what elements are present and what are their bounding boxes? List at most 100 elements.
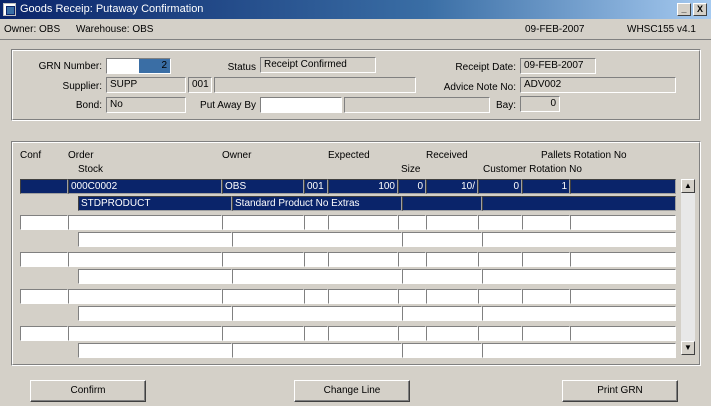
empty-row-cell[interactable] xyxy=(570,252,676,267)
empty-row-cell[interactable] xyxy=(304,215,328,230)
empty-row-cell[interactable] xyxy=(398,252,426,267)
empty-row-cell[interactable] xyxy=(20,252,68,267)
empty-row-cell[interactable] xyxy=(426,252,478,267)
row-description-cell[interactable]: Standard Product No Extras xyxy=(232,196,402,211)
confirm-button[interactable]: Confirm xyxy=(30,380,146,402)
empty-row-cell[interactable] xyxy=(402,306,482,321)
advice-note-field: ADV002 xyxy=(520,77,676,93)
grn-number-field[interactable]: 2 xyxy=(106,58,171,74)
empty-row-cell[interactable] xyxy=(78,343,232,358)
row-order-cell[interactable]: 000C0002 xyxy=(68,179,222,194)
empty-row-cell[interactable] xyxy=(426,326,478,341)
window-title: Goods Receip: Putaway Confirmation xyxy=(20,3,204,15)
bond-field: No xyxy=(106,97,186,113)
row-stock-cell[interactable]: STDPRODUCT xyxy=(78,196,232,211)
empty-row-cell[interactable] xyxy=(482,269,676,284)
app-icon xyxy=(3,3,16,16)
advice-note-label: Advice Note No: xyxy=(443,82,516,93)
empty-row-cell[interactable] xyxy=(78,306,232,321)
empty-row-cell[interactable] xyxy=(232,269,402,284)
empty-row-cell[interactable] xyxy=(482,232,676,247)
empty-row-cell[interactable] xyxy=(570,289,676,304)
row-conf-cell[interactable] xyxy=(20,179,68,194)
row-rotation-cell[interactable] xyxy=(570,179,676,194)
empty-row-cell[interactable] xyxy=(482,306,676,321)
empty-row-cell[interactable] xyxy=(328,326,398,341)
status-label: Status xyxy=(227,62,256,73)
empty-row-cell[interactable] xyxy=(328,289,398,304)
empty-row-cell[interactable] xyxy=(68,289,222,304)
change-line-button[interactable]: Change Line xyxy=(294,380,410,402)
empty-row-cell[interactable] xyxy=(478,252,522,267)
empty-row-cell[interactable] xyxy=(328,215,398,230)
empty-row-cell[interactable] xyxy=(68,326,222,341)
empty-row-cell[interactable] xyxy=(328,252,398,267)
empty-row-cell[interactable] xyxy=(304,326,328,341)
empty-row-cell[interactable] xyxy=(232,306,402,321)
grn-number-value: 2 xyxy=(161,60,167,71)
empty-row-cell[interactable] xyxy=(522,289,570,304)
col-header-customer-rotation: Customer Rotation No xyxy=(483,164,582,175)
empty-row-cell[interactable] xyxy=(402,269,482,284)
scroll-down-arrow-icon[interactable]: ▼ xyxy=(681,341,695,355)
empty-row-cell[interactable] xyxy=(478,215,522,230)
row-expected-cell[interactable]: 100 xyxy=(328,179,398,194)
empty-row-cell[interactable] xyxy=(222,252,304,267)
col-header-conf: Conf xyxy=(20,150,42,161)
info-bar: Owner: OBS Warehouse: OBS 09-FEB-2007 WH… xyxy=(0,19,711,40)
status-field: Receipt Confirmed xyxy=(260,57,376,73)
col-header-stock: Stock xyxy=(78,164,104,175)
row-line-cell[interactable]: 001 xyxy=(304,179,328,194)
close-button[interactable]: X xyxy=(693,3,707,16)
putaway-by-name-field xyxy=(344,97,490,113)
empty-row-cell[interactable] xyxy=(232,343,402,358)
empty-row-cell[interactable] xyxy=(478,326,522,341)
empty-row-cell[interactable] xyxy=(78,232,232,247)
putaway-by-label: Put Away By xyxy=(200,100,256,111)
empty-row-cell[interactable] xyxy=(426,215,478,230)
empty-row-cell[interactable] xyxy=(20,215,68,230)
empty-row-cell[interactable] xyxy=(68,215,222,230)
empty-row-cell[interactable] xyxy=(570,326,676,341)
putaway-by-field[interactable] xyxy=(260,97,342,113)
empty-row-cell[interactable] xyxy=(522,326,570,341)
empty-row-cell[interactable] xyxy=(398,215,426,230)
col-header-expected: Expected xyxy=(328,150,370,161)
row-owner-cell[interactable]: OBS xyxy=(222,179,304,194)
empty-row-cell[interactable] xyxy=(222,326,304,341)
empty-row-cell[interactable] xyxy=(68,252,222,267)
minimize-button[interactable]: _ xyxy=(677,3,691,16)
row-received-suffix-cell[interactable]: 0 xyxy=(478,179,522,194)
empty-row-cell[interactable] xyxy=(402,232,482,247)
print-grn-button[interactable]: Print GRN xyxy=(562,380,678,402)
title-bar: Goods Receip: Putaway Confirmation _ X xyxy=(0,0,711,19)
empty-row-cell[interactable] xyxy=(232,232,402,247)
row-received-cell[interactable]: 10/ xyxy=(426,179,478,194)
empty-row-cell[interactable] xyxy=(304,289,328,304)
program-version: WHSC155 v4.1 xyxy=(627,24,696,35)
receipt-date-field: 09-FEB-2007 xyxy=(520,58,596,74)
empty-row-cell[interactable] xyxy=(570,215,676,230)
empty-row-cell[interactable] xyxy=(20,289,68,304)
empty-row-cell[interactable] xyxy=(222,215,304,230)
empty-row-cell[interactable] xyxy=(20,326,68,341)
empty-row-cell[interactable] xyxy=(222,289,304,304)
col-header-pallets-rotation: Pallets Rotation No xyxy=(541,150,627,161)
empty-row-cell[interactable] xyxy=(304,252,328,267)
col-header-order: Order xyxy=(68,150,94,161)
scroll-up-arrow-icon[interactable]: ▲ xyxy=(681,179,695,193)
empty-row-cell[interactable] xyxy=(402,343,482,358)
empty-row-cell[interactable] xyxy=(478,289,522,304)
empty-row-cell[interactable] xyxy=(398,289,426,304)
empty-row-cell[interactable] xyxy=(522,252,570,267)
row-customer-rotation-cell[interactable] xyxy=(482,196,676,211)
row-expected-suffix-cell[interactable]: 0 xyxy=(398,179,426,194)
empty-row-cell[interactable] xyxy=(426,289,478,304)
empty-row-cell[interactable] xyxy=(522,215,570,230)
row-pallets-cell[interactable]: 1 xyxy=(522,179,570,194)
empty-row-cell[interactable] xyxy=(398,326,426,341)
empty-row-cell[interactable] xyxy=(78,269,232,284)
grid-scrollbar[interactable]: ▲ ▼ xyxy=(680,178,696,356)
row-size-cell[interactable] xyxy=(402,196,482,211)
empty-row-cell[interactable] xyxy=(482,343,676,358)
